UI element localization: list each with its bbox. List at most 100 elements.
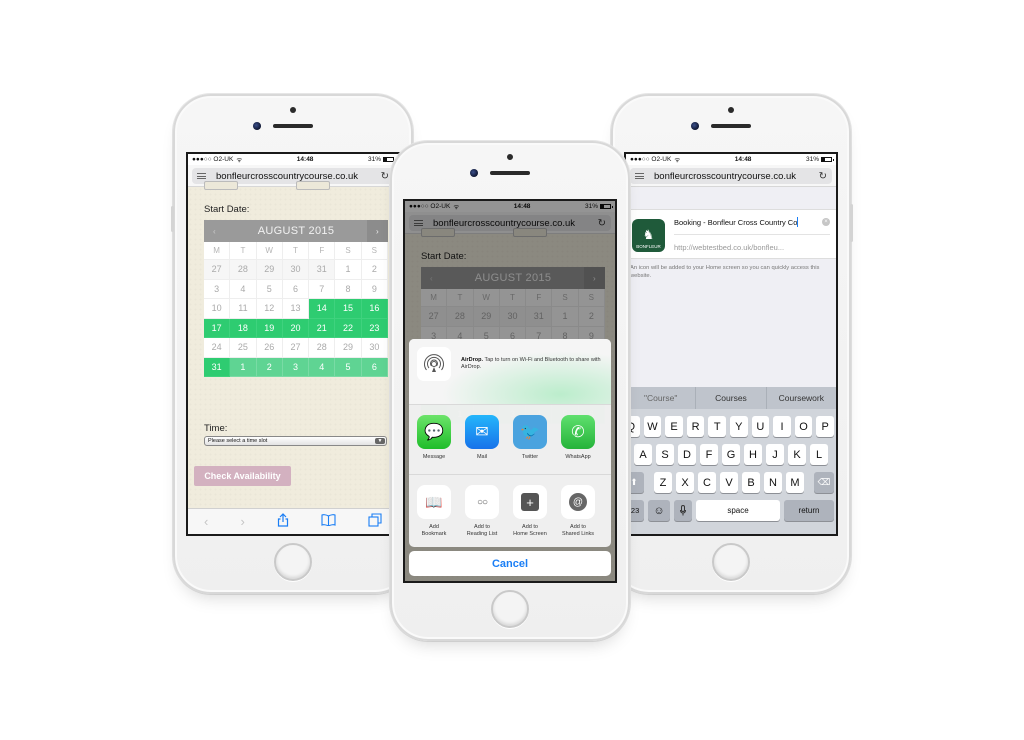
calendar-day[interactable]: 14	[309, 299, 336, 319]
calendar-day[interactable]: 27	[204, 260, 231, 280]
reload-icon[interactable]: ↻	[381, 171, 389, 182]
forward-icon[interactable]: ›	[240, 514, 244, 529]
url-text[interactable]: bonfleurcrosscountrycourse.co.uk	[654, 171, 819, 182]
calendar-day[interactable]: 31	[309, 260, 336, 280]
home-button[interactable]	[491, 590, 529, 628]
microphone-key[interactable]	[674, 500, 692, 521]
key-m[interactable]: M	[786, 472, 804, 493]
calendar-day[interactable]: 23	[361, 318, 388, 338]
hamburger-icon[interactable]	[635, 173, 644, 179]
calendar-day[interactable]: 12	[256, 299, 283, 319]
calendar-day[interactable]: 28	[309, 338, 336, 358]
key-l[interactable]: L	[810, 444, 828, 465]
calendar-day[interactable]: 2	[256, 357, 283, 377]
share-action-1[interactable]: ○○ Add to Reading List	[465, 485, 499, 545]
home-title-input[interactable]: Booking - Bonfleur Cross Country Co ×	[674, 210, 830, 235]
calendar-day[interactable]: 19	[256, 318, 283, 338]
url-bar[interactable]: bonfleurcrosscountrycourse.co.uk ↻	[626, 165, 836, 187]
key-b[interactable]: B	[742, 472, 760, 493]
share-app-mail[interactable]: ✉ Mail	[465, 415, 499, 474]
calendar-day[interactable]: 7	[309, 279, 336, 299]
home-button[interactable]	[274, 543, 312, 581]
key-u[interactable]: U	[751, 416, 770, 437]
calendar-day[interactable]: 13	[282, 299, 310, 319]
calendar-day[interactable]: 22	[335, 318, 362, 338]
calendar-day[interactable]: 10	[204, 299, 231, 319]
calendar-day[interactable]: 28	[230, 260, 257, 280]
time-slot-select[interactable]: Please select a time slot ▼	[204, 436, 387, 446]
key-o[interactable]: O	[794, 416, 813, 437]
calendar-day[interactable]: 18	[230, 318, 257, 338]
key-z[interactable]: Z	[654, 472, 672, 493]
suggestion-1[interactable]: "Course"	[626, 387, 697, 409]
calendar-day[interactable]: 30	[282, 260, 310, 280]
share-app-message[interactable]: 💬 Message	[417, 415, 451, 474]
back-icon[interactable]: ‹	[204, 514, 208, 529]
calendar-day[interactable]: 29	[256, 260, 283, 280]
share-action-3[interactable]: @ Add to Shared Links	[561, 485, 595, 545]
share-action-2[interactable]: + Add to Home Screen	[513, 485, 547, 545]
emoji-key[interactable]: ☺	[648, 500, 670, 521]
suggestion-3[interactable]: Coursework	[767, 387, 836, 409]
key-w[interactable]: W	[643, 416, 662, 437]
next-month-icon[interactable]: ›	[367, 220, 388, 242]
cancel-button[interactable]: Cancel	[409, 551, 611, 576]
key-c[interactable]: C	[698, 472, 716, 493]
key-p[interactable]: P	[816, 416, 834, 437]
suggestion-2[interactable]: Courses	[696, 387, 767, 409]
calendar-day[interactable]: 2	[361, 260, 388, 280]
calendar-day[interactable]: 29	[335, 338, 362, 358]
calendar-day[interactable]: 17	[204, 318, 231, 338]
key-k[interactable]: K	[788, 444, 806, 465]
calendar-day[interactable]: 9	[361, 279, 388, 299]
calendar-day[interactable]: 1	[335, 260, 362, 280]
prev-month-icon[interactable]: ‹	[204, 220, 225, 242]
share-icon[interactable]	[277, 513, 289, 530]
calendar-day[interactable]: 25	[230, 338, 257, 358]
key-r[interactable]: R	[686, 416, 705, 437]
calendar-day[interactable]: 6	[282, 279, 310, 299]
key-v[interactable]: V	[720, 472, 738, 493]
calendar-day[interactable]: 31	[204, 357, 231, 377]
reload-icon[interactable]: ↻	[819, 171, 827, 182]
share-app-whatsapp[interactable]: ✆ WhatsApp	[561, 415, 595, 474]
key-j[interactable]: J	[766, 444, 784, 465]
key-x[interactable]: X	[676, 472, 694, 493]
calendar-day[interactable]: 30	[361, 338, 388, 358]
bookmarks-icon[interactable]	[321, 514, 336, 529]
calendar-day[interactable]: 21	[309, 318, 336, 338]
key-t[interactable]: T	[708, 416, 726, 437]
airdrop-row[interactable]: AirDrop. Tap to turn on Wi-Fi and Blueto…	[409, 339, 611, 405]
calendar-day[interactable]: 5	[335, 357, 362, 377]
calendar-day[interactable]: 27	[282, 338, 310, 358]
clear-text-icon[interactable]: ×	[822, 218, 830, 226]
key-g[interactable]: G	[722, 444, 740, 465]
key-a[interactable]: A	[634, 444, 652, 465]
calendar-day[interactable]: 3	[282, 357, 310, 377]
calendar-day[interactable]: 5	[256, 279, 283, 299]
calendar-day[interactable]: 16	[361, 299, 388, 319]
calendar-day[interactable]: 15	[335, 299, 362, 319]
key-y[interactable]: Y	[730, 416, 748, 437]
calendar-day[interactable]: 1	[230, 357, 257, 377]
calendar-day[interactable]: 3	[204, 279, 231, 299]
calendar-day[interactable]: 20	[282, 318, 310, 338]
calendar-day[interactable]: 4	[230, 279, 257, 299]
key-n[interactable]: N	[764, 472, 782, 493]
calendar-day[interactable]: 24	[204, 338, 231, 358]
key-s[interactable]: S	[656, 444, 674, 465]
share-app-twitter[interactable]: 🐦 Twitter	[513, 415, 547, 474]
key-f[interactable]: F	[700, 444, 718, 465]
calendar-day[interactable]: 6	[361, 357, 388, 377]
key-d[interactable]: D	[678, 444, 696, 465]
delete-key[interactable]: ⌫	[814, 472, 834, 493]
home-button[interactable]	[712, 543, 750, 581]
space-key[interactable]: space	[696, 500, 780, 521]
key-h[interactable]: H	[744, 444, 762, 465]
key-i[interactable]: I	[773, 416, 791, 437]
check-availability-button[interactable]: Check Availability	[194, 466, 291, 486]
calendar-day[interactable]: 4	[309, 357, 336, 377]
return-key[interactable]: return	[784, 500, 834, 521]
tabs-icon[interactable]	[368, 513, 382, 530]
calendar-day[interactable]: 11	[230, 299, 257, 319]
